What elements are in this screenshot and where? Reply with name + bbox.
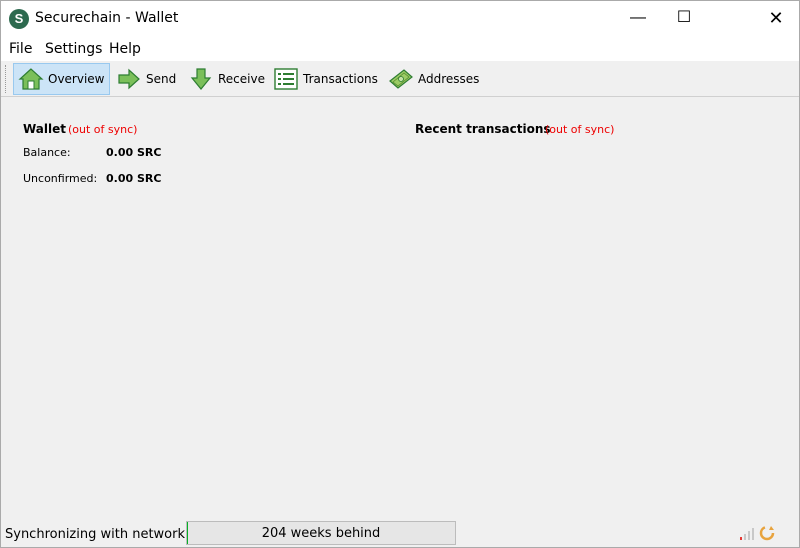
toolbar-grip[interactable] [5, 65, 8, 93]
arrow-down-icon [188, 67, 214, 91]
overview-label: Overview [48, 72, 105, 86]
window-title: Securechain - Wallet [35, 10, 179, 26]
status-bar: Synchronizing with network... 204 weeks … [1, 519, 799, 547]
list-icon [273, 67, 299, 91]
transactions-tab[interactable]: Transactions [268, 63, 383, 95]
overview-tab[interactable]: Overview [13, 63, 110, 95]
unconfirmed-value: 0.00 SRC [106, 172, 162, 185]
network-signal-icon[interactable] [739, 527, 755, 544]
addresses-label: Addresses [418, 72, 480, 86]
banknote-icon [388, 67, 414, 91]
sync-spinner-icon[interactable] [759, 525, 775, 544]
menu-settings[interactable]: Settings [45, 41, 102, 57]
app-logo-icon: S [9, 9, 29, 29]
recent-transactions-heading: Recent transactions [415, 122, 551, 136]
menu-help[interactable]: Help [109, 41, 141, 57]
menu-bar: File Settings Help [1, 35, 799, 61]
maximize-button[interactable]: ☐ [661, 1, 707, 35]
send-label: Send [146, 72, 177, 86]
arrow-right-icon [116, 67, 142, 91]
wallet-sync-warning[interactable]: (out of sync) [68, 123, 137, 136]
unconfirmed-label: Unconfirmed: [23, 172, 98, 185]
overview-page: Wallet (out of sync) Balance: 0.00 SRC U… [1, 98, 799, 518]
minimize-button[interactable]: — [615, 1, 661, 35]
sync-status-text: Synchronizing with network... [5, 527, 198, 542]
sync-progress-bar: 204 weeks behind [186, 521, 456, 545]
house-icon [18, 67, 44, 91]
status-icons [739, 525, 779, 544]
menu-file[interactable]: File [9, 41, 32, 57]
sync-progress-text: 204 weeks behind [261, 526, 381, 541]
addresses-tab[interactable]: Addresses [383, 63, 484, 95]
toolbar: Overview Send Receive Transactions Addre… [1, 61, 799, 97]
recent-sync-warning[interactable]: (out of sync) [545, 123, 614, 136]
receive-tab[interactable]: Receive [183, 63, 270, 95]
close-button[interactable]: ✕ [753, 1, 799, 35]
balance-value: 0.00 SRC [106, 146, 162, 159]
send-tab[interactable]: Send [111, 63, 181, 95]
balance-label: Balance: [23, 146, 71, 159]
wallet-heading: Wallet [23, 122, 67, 136]
receive-label: Receive [218, 72, 265, 86]
transactions-label: Transactions [303, 72, 378, 86]
wallet-window: S Securechain - Wallet — ☐ ✕ File Settin… [0, 0, 800, 548]
title-bar[interactable]: S Securechain - Wallet — ☐ ✕ [1, 1, 799, 35]
